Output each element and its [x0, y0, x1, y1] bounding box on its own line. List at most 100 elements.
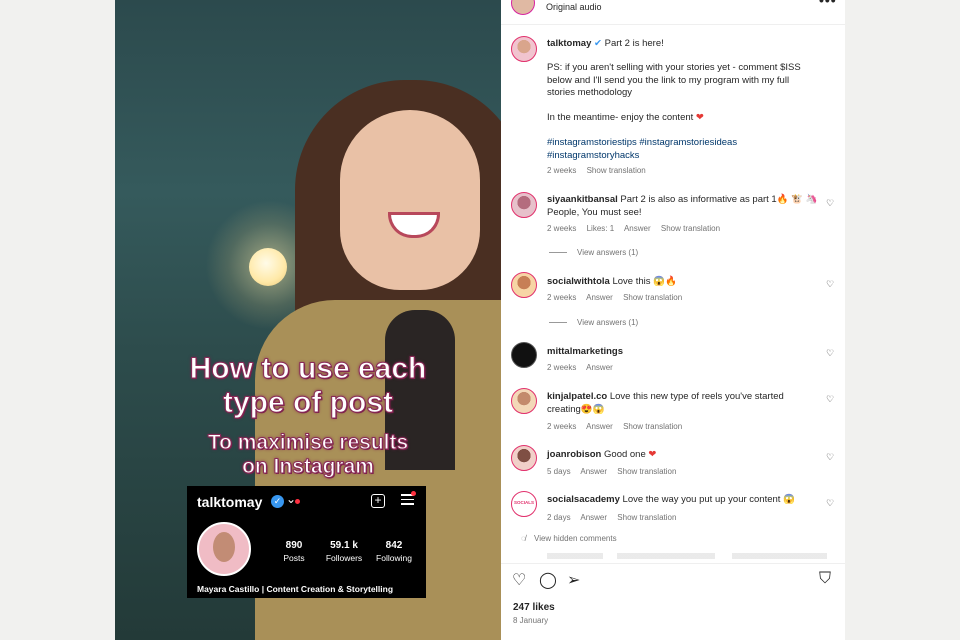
comment-time: 2 weeks: [547, 224, 577, 233]
comment-show-translation[interactable]: Show translation: [617, 467, 676, 476]
comment-text: siyaankitbansal Part 2 is also as inform…: [547, 194, 819, 219]
comment-answer[interactable]: Answer: [580, 467, 607, 476]
caption-hashtags[interactable]: #instagramstoriestips #instagramstoriesi…: [547, 137, 757, 162]
comment-answer[interactable]: Answer: [586, 422, 613, 431]
post-header: Original audio •••: [501, 0, 845, 25]
profile-card-graphic: talktomay ✓ ⌄ + 890 Posts 59.1 k Followe…: [187, 486, 426, 598]
comment-avatar[interactable]: [511, 388, 537, 414]
comment-username[interactable]: joanrobison: [547, 449, 601, 460]
caption-paragraph-2: In the meantime- enjoy the content ❤: [547, 112, 819, 125]
caption-paragraph-1: PS: if you aren't selling with your stor…: [547, 62, 801, 98]
comment-avatar[interactable]: SOCIALS: [511, 491, 537, 517]
eye-slash-icon: ◌̸: [521, 534, 526, 543]
notification-dot-icon: [295, 499, 300, 504]
caption-show-translation[interactable]: Show translation: [587, 166, 646, 175]
caption-paragraph-2-text: In the meantime- enjoy the content: [547, 112, 696, 123]
more-options-icon[interactable]: •••: [819, 0, 837, 8]
plus-square-icon: +: [371, 494, 385, 508]
comment-body: Love this 😱🔥: [612, 276, 677, 287]
comment-meta: 2 weeks Answer Show translation: [547, 293, 690, 302]
stat-following-number: 842: [385, 540, 403, 551]
share-send-icon[interactable]: ➢: [567, 570, 580, 590]
comment-answer[interactable]: Answer: [586, 363, 613, 372]
comment-time: 2 days: [547, 513, 571, 522]
view-hidden-comments-link[interactable]: ◌̸ View hidden comments: [521, 534, 617, 543]
stat-posts: 890 Posts: [269, 540, 319, 563]
post-date: 8 January: [513, 616, 549, 625]
verified-badge-icon: ✔: [594, 38, 602, 49]
comment-show-translation[interactable]: Show translation: [623, 422, 682, 431]
overlay-title-line2: type of post: [223, 386, 394, 420]
hamburger-menu-icon: [401, 494, 414, 508]
comment-avatar[interactable]: [511, 192, 537, 218]
stat-following-label: Following: [376, 553, 412, 563]
like-heart-icon[interactable]: ♡: [512, 570, 526, 590]
comment-text: socialsacademy Love the way you put up y…: [547, 494, 819, 507]
person-face: [340, 110, 480, 290]
comment-show-translation[interactable]: Show translation: [623, 293, 682, 302]
comment-show-translation[interactable]: Show translation: [661, 224, 720, 233]
stat-posts-number: 890: [285, 540, 303, 551]
stat-followers: 59.1 k Followers: [319, 540, 369, 563]
original-audio-link[interactable]: Original audio: [546, 2, 602, 12]
menu-notification-dot-icon: [411, 491, 416, 496]
overlay-subtitle-line1: To maximise results: [207, 431, 409, 455]
heart-emoji: ❤: [648, 449, 657, 460]
save-bookmark-icon[interactable]: ⛉: [819, 570, 831, 588]
like-comment-heart-icon[interactable]: ♡: [826, 498, 834, 509]
reel-video[interactable]: How to use each type of post To maximise…: [115, 0, 501, 640]
comment-text: joanrobison Good one ❤: [547, 449, 819, 462]
comment-username[interactable]: socialwithtola: [547, 276, 610, 287]
comment-body: Love the way you put up your content 😱: [622, 494, 795, 505]
verified-badge-icon: ✓: [271, 495, 284, 508]
comment-avatar[interactable]: [511, 272, 537, 298]
comment-time: 2 weeks: [547, 293, 577, 302]
stat-followers-number: 59.1 k: [330, 540, 358, 551]
comment-avatar[interactable]: [511, 342, 537, 368]
comment-answer[interactable]: Answer: [624, 224, 651, 233]
view-answers-link[interactable]: View answers (1): [549, 248, 638, 257]
comment-meta: 2 weeks Likes: 1 Answer Show translation: [547, 224, 728, 233]
profile-card-fullname: Mayara Castillo | Content Creation & Sto…: [197, 584, 394, 594]
comment-text: socialwithtola Love this 😱🔥: [547, 276, 819, 289]
overlay-title-line1: How to use each: [189, 352, 427, 386]
socials-logo-text: SOCIALS: [514, 500, 535, 505]
comment-text: kinjalpatel.co Love this new type of ree…: [547, 391, 807, 416]
author-avatar[interactable]: [511, 0, 535, 15]
caption-username[interactable]: talktomay: [547, 38, 591, 49]
comment-answer[interactable]: Answer: [580, 513, 607, 522]
comment-username[interactable]: mittalmarketings: [547, 346, 623, 357]
comment-answer[interactable]: Answer: [586, 293, 613, 302]
profile-card-avatar: [197, 522, 251, 576]
likes-count[interactable]: 247 likes: [513, 602, 555, 613]
comment-meta: 2 weeks Answer Show translation: [547, 422, 690, 431]
comment-username[interactable]: socialsacademy: [547, 494, 620, 505]
comment-likes[interactable]: Likes: 1: [587, 224, 615, 233]
caption-text: talktomay ✔ Part 2 is here!: [547, 38, 819, 51]
stat-following: 842 Following: [369, 540, 419, 563]
comment-text: mittalmarketings: [547, 346, 819, 359]
comment-time: 2 weeks: [547, 363, 577, 372]
comment-username[interactable]: kinjalpatel.co: [547, 391, 607, 402]
view-answers-link[interactable]: View answers (1): [549, 318, 638, 327]
like-comment-heart-icon[interactable]: ♡: [826, 452, 834, 463]
comment-avatar[interactable]: [511, 445, 537, 471]
comment-username[interactable]: siyaankitbansal: [547, 194, 618, 205]
comment-meta: 2 weeks Answer: [547, 363, 621, 372]
clipped-comment-text: [547, 553, 827, 559]
comment-show-translation[interactable]: Show translation: [617, 513, 676, 522]
stat-posts-label: Posts: [283, 553, 305, 563]
like-comment-heart-icon[interactable]: ♡: [826, 394, 834, 405]
like-comment-heart-icon[interactable]: ♡: [826, 198, 834, 209]
caption-meta: 2 weeks Show translation: [547, 166, 654, 175]
like-comment-heart-icon[interactable]: ♡: [826, 279, 834, 290]
like-comment-heart-icon[interactable]: ♡: [826, 348, 834, 359]
view-hidden-comments-label: View hidden comments: [534, 534, 617, 543]
comment-body: Good one: [604, 449, 649, 460]
comment-time: 2 weeks: [547, 422, 577, 431]
caption-author-avatar[interactable]: [511, 36, 537, 62]
comment-meta: 5 days Answer Show translation: [547, 467, 684, 476]
comment-bubble-icon[interactable]: ◯: [539, 570, 557, 590]
post-side-panel: Original audio ••• talktomay ✔ Part 2 is…: [501, 0, 845, 640]
stat-followers-label: Followers: [325, 553, 363, 563]
